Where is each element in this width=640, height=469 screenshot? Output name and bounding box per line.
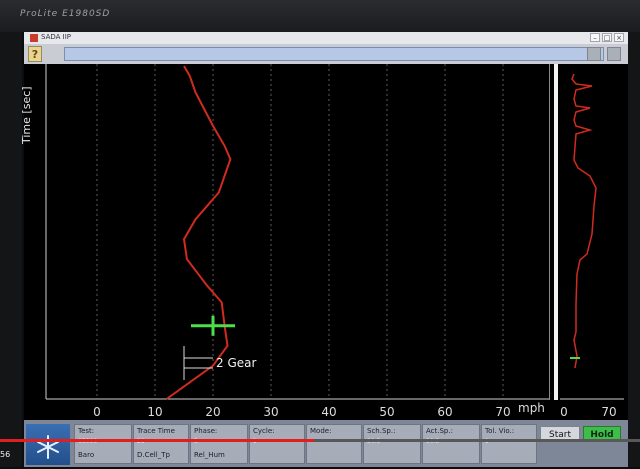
maximize-icon[interactable]: □ <box>602 33 612 42</box>
monitor-brand: ProLite E1980SD <box>20 9 111 19</box>
trace-time-cell: Trace Time 28 D.Cell_Tp <box>133 424 189 464</box>
video-timestamp: 56 <box>0 450 11 459</box>
help-button[interactable]: ? <box>28 46 42 62</box>
phase-cell: Phase: 3 Rel_Hum <box>190 424 248 464</box>
test-cell: Test: 05006 Baro <box>74 424 132 464</box>
x-tick-label: 70 <box>495 405 510 419</box>
status-panel: Test: 05006 Baro Trace Time 28 D.Cell_Tp… <box>24 420 628 467</box>
close-icon[interactable]: × <box>614 33 624 42</box>
trace-line <box>166 65 232 400</box>
toolbar-button-1[interactable] <box>587 47 601 61</box>
chart-divider-line <box>549 64 550 400</box>
monitor-bezel: ProLite E1980SD <box>0 0 640 32</box>
x-unit-label: mph <box>518 401 545 415</box>
toolbar-button-2[interactable] <box>607 47 621 61</box>
cycle-cell: Cycle: 1 <box>249 424 305 464</box>
x-tick-label: 20 <box>205 405 220 419</box>
x-tick-label: 10 <box>147 405 162 419</box>
video-progress-fill <box>0 439 314 442</box>
window-title: SADA IIP <box>41 33 71 41</box>
mode-cell: Mode: <box>306 424 362 464</box>
mini-trace-line <box>571 73 597 369</box>
actual-speed-cell: Act.Sp.: 30.3 <box>422 424 480 464</box>
x-tick-label: 40 <box>321 405 336 419</box>
minimize-icon[interactable]: – <box>590 33 600 42</box>
mini-x-tick-label: 70 <box>601 405 616 419</box>
monitor-bezel-right <box>628 32 640 467</box>
x-tick-label: 50 <box>379 405 394 419</box>
mini-x-tick-label: 0 <box>560 405 568 419</box>
trace-plot: Time [sec] 0 10 20 30 40 50 60 70 0 70 2 Gear mph <box>20 64 628 420</box>
x-tick-label: 60 <box>437 405 452 419</box>
main-chart: 0 10 20 30 40 50 60 70 0 70 <box>45 64 624 419</box>
video-progress-bar[interactable] <box>0 439 640 442</box>
logo <box>26 424 70 465</box>
x-tick-label: 0 <box>93 405 101 419</box>
toolbar: ? <box>24 44 628 64</box>
scheduled-speed-cell: Sch.Sp.: 30.5 <box>363 424 421 464</box>
app-icon <box>30 34 38 42</box>
x-tick-label: 30 <box>263 405 278 419</box>
chart-divider <box>554 64 558 400</box>
monitor-bezel-left <box>0 32 22 467</box>
gear-annotation: 2 Gear <box>216 356 257 370</box>
message-field <box>64 47 604 61</box>
tolerance-violation-cell: Tol. Vio.: 1 <box>481 424 537 464</box>
